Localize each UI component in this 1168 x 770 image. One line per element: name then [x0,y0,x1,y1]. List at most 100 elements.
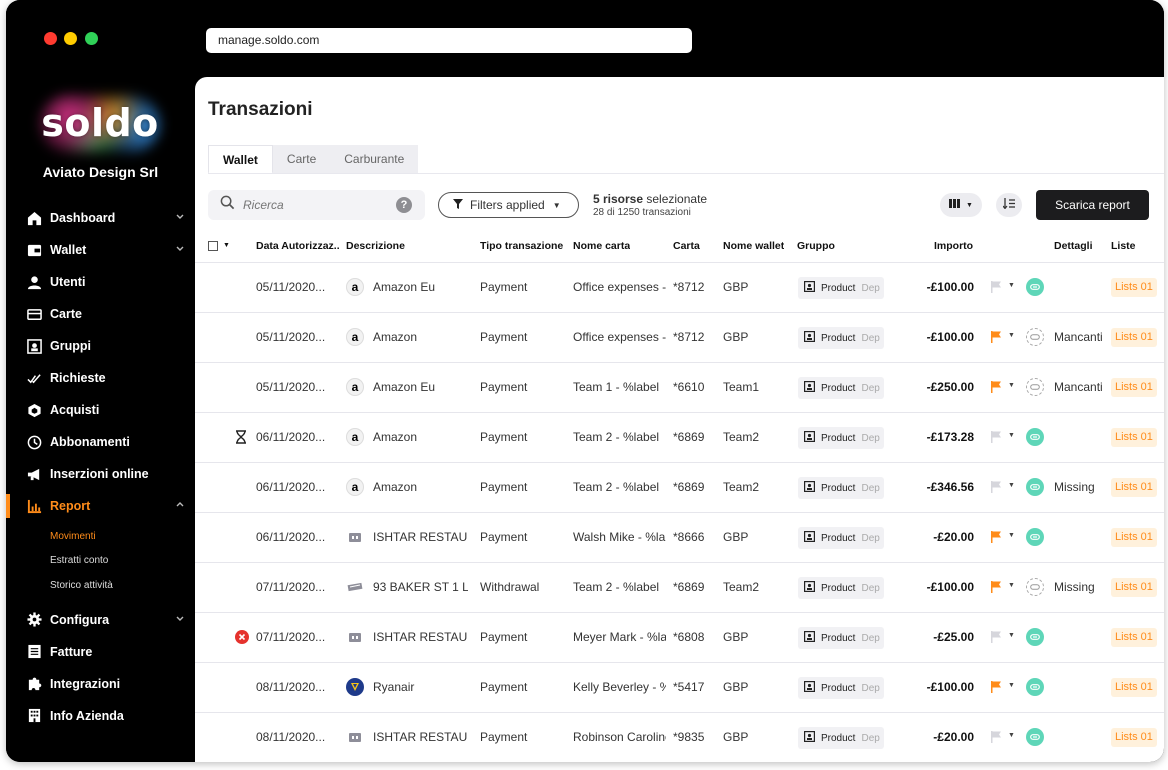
table-row[interactable]: 07/11/2020... 93 BAKER ST 1 LONDON Withdra… [195,562,1164,612]
group-badge[interactable]: Product Dep [798,477,884,499]
tab-carburante[interactable]: Carburante [330,145,419,174]
sidebar-item-fatture[interactable]: Fatture [6,636,195,668]
chevron-down-icon[interactable]: ▼ [1008,532,1015,539]
receipt-attached-icon[interactable] [1026,628,1044,646]
receipt-attached-icon[interactable] [1026,528,1044,546]
receipt-attached-icon[interactable] [1026,428,1044,446]
group-badge[interactable]: Product Dep [798,577,884,599]
sidebar-item-inserzioni-online[interactable]: Inserzioni online [6,458,195,490]
sidebar-item-gruppi[interactable]: Gruppi [6,330,195,362]
sidebar-item-configura[interactable]: Configura [6,604,195,636]
lists-badge[interactable]: Lists 01 [1111,328,1157,347]
sidebar-item-acquisti[interactable]: Acquisti [6,394,195,426]
group-badge[interactable]: Product Dep [798,727,884,749]
flag-icon[interactable] [991,731,1003,743]
sidebar-item-integrazioni[interactable]: Integrazioni [6,668,195,700]
download-report-button[interactable]: Scarica report [1036,190,1149,220]
sort-button[interactable] [996,193,1022,217]
table-row[interactable]: 08/11/2020... Ryanair Payment Kelly Beverle… [195,662,1164,712]
lists-badge[interactable]: Lists 01 [1111,378,1157,397]
chevron-down-icon[interactable]: ▼ [1008,332,1015,339]
receipt-attached-icon[interactable] [1026,728,1044,746]
chevron-down-icon[interactable]: ▼ [1008,282,1015,289]
table-row[interactable]: 05/11/2020... a Amazon Eu Payment Team 1 - %… [195,362,1164,412]
window-close-dot[interactable] [44,32,57,45]
sidebar-item-richieste[interactable]: Richieste [6,362,195,394]
header-amount[interactable]: Importo [934,240,973,252]
filters-button[interactable]: Filters applied ▼ [438,192,579,218]
lists-badge[interactable]: Lists 01 [1111,728,1157,747]
header-card-name[interactable]: Nome carta [573,240,630,252]
receipt-missing-icon[interactable] [1026,578,1044,596]
header-type[interactable]: Tipo transazione [480,240,563,252]
header-description[interactable]: Descrizione [346,240,405,252]
table-row[interactable]: 05/11/2020... a Amazon Payment Office expens… [195,312,1164,362]
chevron-down-icon[interactable]: ▼ [1008,632,1015,639]
header-wallet[interactable]: Nome wallet [723,240,784,252]
chevron-down-icon[interactable]: ▼ [1008,682,1015,689]
chevron-down-icon[interactable]: ▼ [223,242,230,249]
chevron-down-icon[interactable]: ▼ [1008,432,1015,439]
tab-carte[interactable]: Carte [272,145,331,174]
lists-badge[interactable]: Lists 01 [1111,528,1157,547]
submenu-item-storico-attività[interactable]: Storico attività [6,573,195,598]
group-badge[interactable]: Product Dep [798,327,884,349]
lists-badge[interactable]: Lists 01 [1111,428,1157,447]
tab-wallet[interactable]: Wallet [208,145,273,174]
chevron-down-icon[interactable] [175,243,185,253]
chevron-down-icon[interactable]: ▼ [1008,382,1015,389]
lists-badge[interactable]: Lists 01 [1111,678,1157,697]
flag-icon[interactable] [991,481,1003,493]
header-details[interactable]: Dettagli [1054,240,1093,252]
flag-icon[interactable] [991,631,1003,643]
lists-badge[interactable]: Lists 01 [1111,278,1157,297]
chevron-down-icon[interactable]: ▼ [1008,732,1015,739]
table-row[interactable]: 06/11/2020... a Amazon Payment Team 2 - %lab… [195,412,1164,462]
sidebar-item-dashboard[interactable]: Dashboard [6,202,195,234]
receipt-attached-icon[interactable] [1026,278,1044,296]
receipt-missing-icon[interactable] [1026,378,1044,396]
chevron-down-icon[interactable] [175,613,185,623]
window-maximize-dot[interactable] [85,32,98,45]
search-input[interactable] [243,198,383,212]
chevron-down-icon[interactable]: ▼ [1008,582,1015,589]
flag-icon[interactable] [991,681,1003,693]
address-bar[interactable]: manage.soldo.com [206,28,692,53]
header-card[interactable]: Carta [673,240,700,252]
table-row[interactable]: 05/11/2020... a Amazon Eu Payment Office exp… [195,262,1164,312]
columns-view-button[interactable]: ▼ [940,193,982,217]
lists-badge[interactable]: Lists 01 [1111,628,1157,647]
sidebar-item-abbonamenti[interactable]: Abbonamenti [6,426,195,458]
table-row[interactable]: 08/11/2020... ISHTAR RESTAURANT Payment Rob… [195,712,1164,762]
sidebar-item-info-azienda[interactable]: Info Azienda [6,700,195,732]
soldo-logo[interactable]: soldo [40,95,160,153]
group-badge[interactable]: Product Dep [798,527,884,549]
group-badge[interactable]: Product Dep [798,677,884,699]
chevron-up-icon[interactable] [175,499,185,509]
receipt-missing-icon[interactable] [1026,328,1044,346]
table-row[interactable]: 06/11/2020... ISHTAR RESTAURANT Payment Wal… [195,512,1164,562]
receipt-attached-icon[interactable] [1026,478,1044,496]
window-minimize-dot[interactable] [64,32,77,45]
sidebar-item-wallet[interactable]: Wallet [6,234,195,266]
flag-icon[interactable] [991,381,1003,393]
group-badge[interactable]: Product Dep [798,627,884,649]
group-badge[interactable]: Product Dep [798,377,884,399]
sidebar-item-utenti[interactable]: Utenti [6,266,195,298]
sidebar-item-report[interactable]: Report [6,490,195,522]
sidebar-item-carte[interactable]: Carte [6,298,195,330]
group-badge[interactable]: Product Dep [798,277,884,299]
submenu-item-estratti-conto[interactable]: Estratti conto [6,549,195,574]
select-all-checkbox[interactable] [208,241,218,251]
flag-icon[interactable] [991,531,1003,543]
table-row[interactable]: 06/11/2020... a Amazon Payment Team 2 - %lab… [195,462,1164,512]
lists-badge[interactable]: Lists 01 [1111,478,1157,497]
lists-badge[interactable]: Lists 01 [1111,578,1157,597]
receipt-attached-icon[interactable] [1026,678,1044,696]
group-badge[interactable]: Product Dep [798,427,884,449]
help-icon[interactable]: ? [396,197,412,213]
header-date[interactable]: Data Autorizzaz.. [256,240,340,252]
flag-icon[interactable] [991,281,1003,293]
flag-icon[interactable] [991,431,1003,443]
chevron-down-icon[interactable] [175,211,185,221]
